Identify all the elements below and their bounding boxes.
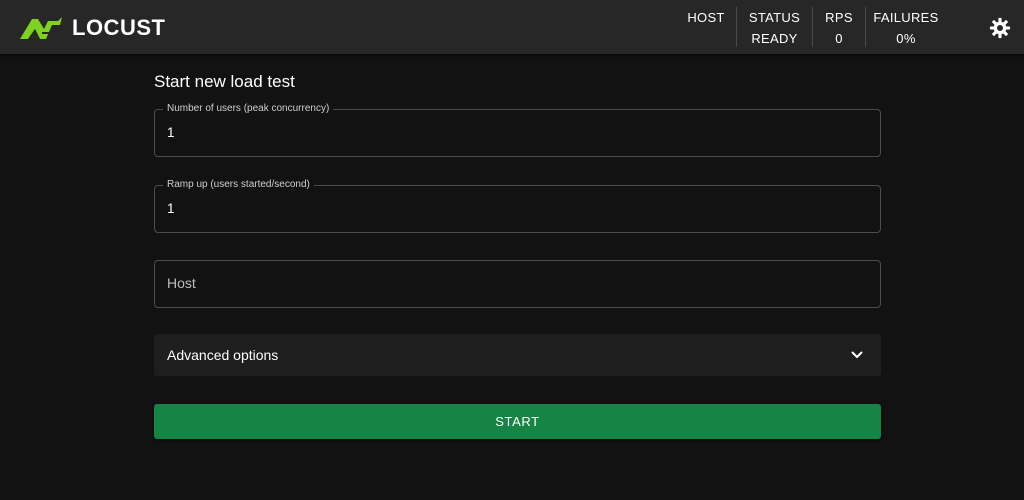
start-button[interactable]: START [154,404,881,439]
settings-button[interactable] [986,14,1013,41]
users-field-value[interactable]: 1 [167,125,175,140]
stat-status: STATUS READY [737,0,812,54]
stat-failures-label: FAILURES [873,10,939,25]
stats-bar: HOST STATUS READY RPS 0 FAILURES 0% [676,0,946,54]
host-field[interactable]: Host [154,260,881,308]
app-bar: LOCUST HOST STATUS READY RPS 0 FAILURES … [0,0,1024,54]
locust-logo-icon [20,17,62,39]
chevron-down-icon [851,351,863,358]
users-field[interactable]: Number of users (peak concurrency) 1 [154,103,881,157]
load-test-form: Start new load test [154,72,881,92]
host-field-placeholder[interactable]: Host [167,275,196,291]
stat-rps: RPS 0 [813,0,865,54]
stat-host-label: HOST [687,10,725,25]
ramp-up-field-value[interactable]: 1 [167,201,175,216]
logo[interactable]: LOCUST [18,14,165,42]
ramp-up-field[interactable]: Ramp up (users started/second) 1 [154,179,881,233]
gear-icon [989,17,1010,38]
advanced-options-label: Advanced options [167,347,279,363]
stat-status-label: STATUS [748,10,801,25]
stat-failures: FAILURES 0% [866,0,946,54]
stat-host: HOST [676,0,736,54]
stat-status-value: READY [751,31,798,46]
users-field-label: Number of users (peak concurrency) [163,103,334,115]
page-title: Start new load test [154,72,295,91]
stat-failures-value: 0% [896,31,916,46]
app-name: LOCUST [72,15,166,40]
ramp-up-field-label: Ramp up (users started/second) [163,179,314,191]
stat-rps-value: 0 [835,31,843,46]
advanced-options-accordion[interactable]: Advanced options [154,334,881,376]
stat-rps-label: RPS [825,10,853,25]
